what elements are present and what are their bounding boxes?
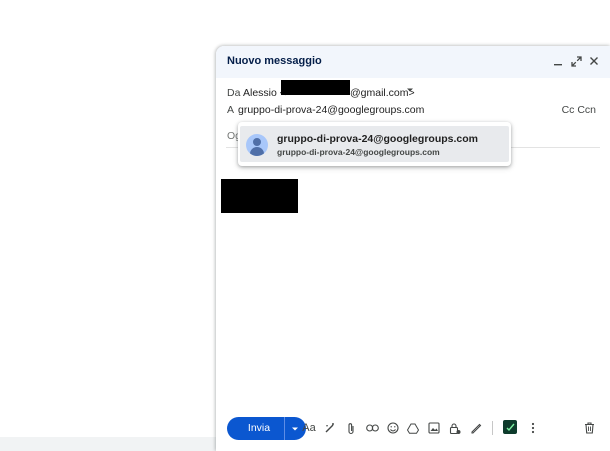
redacted-signature <box>221 179 298 213</box>
send-label: Invia <box>247 422 271 434</box>
to-input[interactable]: gruppo-di-prova-24@googlegroups.com <box>238 104 424 116</box>
chevron-down-icon[interactable] <box>406 86 414 95</box>
suggestion-name: gruppo-di-prova-24@googlegroups.com <box>277 133 478 145</box>
to-row[interactable]: A gruppo-di-prova-24@googlegroups.com Cc… <box>216 102 610 122</box>
page-bottom-bar <box>0 437 216 451</box>
compose-title: Nuovo messaggio <box>227 55 322 67</box>
confidential-icon[interactable] <box>447 420 463 436</box>
expand-icon[interactable] <box>570 54 582 68</box>
to-label: A <box>227 104 235 116</box>
format-options-icon[interactable]: Aa <box>301 420 317 436</box>
from-domain: @gmail.com> <box>350 87 415 99</box>
avatar-head <box>253 138 261 146</box>
minimize-icon[interactable] <box>552 54 564 68</box>
link-icon[interactable] <box>364 420 380 436</box>
compose-header: Nuovo messaggio <box>216 46 610 78</box>
photo-icon[interactable] <box>426 420 442 436</box>
extension-icon[interactable] <box>503 420 517 434</box>
redacted-email <box>281 80 350 95</box>
compose-toolbar: Invia Aa <box>216 416 610 442</box>
compose-window: Nuovo messaggio Da Alessio < @gmail.com>… <box>216 46 610 451</box>
trash-icon[interactable] <box>581 420 597 436</box>
signature-icon[interactable] <box>468 420 484 436</box>
suggestion-email: gruppo-di-prova-24@googlegroups.com <box>277 147 440 157</box>
drive-icon[interactable] <box>405 420 421 436</box>
more-icon[interactable] <box>525 420 541 436</box>
attach-icon[interactable] <box>343 420 359 436</box>
avatar-body <box>250 147 264 156</box>
from-label: Da <box>227 87 241 99</box>
avatar <box>246 134 268 156</box>
from-name: Alessio < <box>243 87 286 99</box>
recipient-suggestion[interactable]: gruppo-di-prova-24@googlegroups.com grup… <box>238 122 511 166</box>
close-icon[interactable] <box>588 54 600 68</box>
suggestion-item[interactable]: gruppo-di-prova-24@googlegroups.com grup… <box>240 126 509 162</box>
ai-write-icon[interactable] <box>322 420 338 436</box>
emoji-icon[interactable] <box>385 420 401 436</box>
header-controls <box>552 54 600 68</box>
cc-bcc-link[interactable]: Cc Ccn <box>562 104 596 116</box>
toolbar-divider <box>492 421 493 435</box>
send-button[interactable]: Invia <box>227 417 306 440</box>
